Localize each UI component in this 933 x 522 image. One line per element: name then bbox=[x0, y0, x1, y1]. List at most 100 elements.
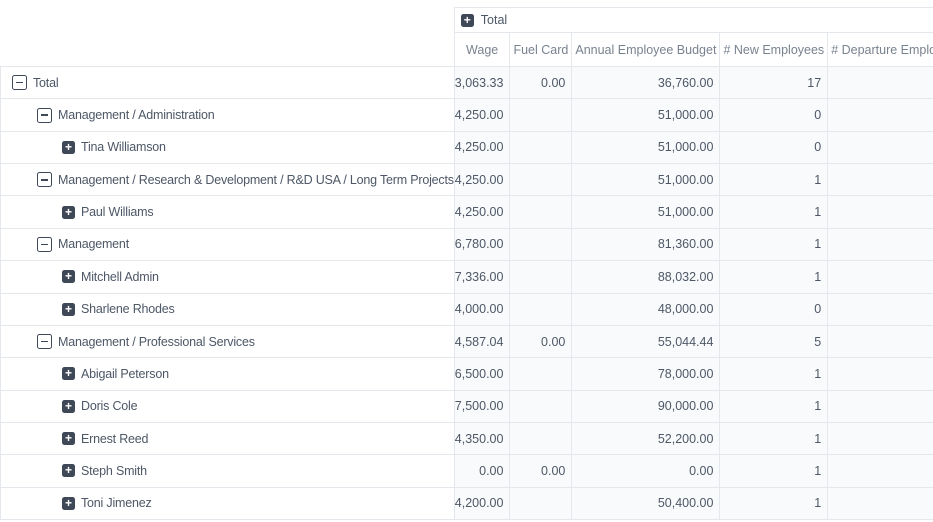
value-cell: 51,000.00 bbox=[572, 164, 720, 196]
row-header-management-administration[interactable]: Management / Administration bbox=[1, 99, 455, 131]
row-label: Management / Administration bbox=[58, 108, 215, 122]
value-cell: 78,000.00 bbox=[572, 358, 720, 390]
measure-header-new-employees[interactable]: # New Employees bbox=[720, 33, 828, 67]
row-label: Management bbox=[58, 237, 129, 251]
value-cell: 81,360.00 bbox=[572, 228, 720, 260]
value-cell bbox=[510, 390, 572, 422]
pivot-table: Total WageFuel CardAnnual Employee Budge… bbox=[0, 7, 933, 520]
value-cell bbox=[510, 358, 572, 390]
table-row: Toni Jimenez4,200.0050,400.0010 bbox=[1, 487, 933, 519]
table-row: Sharlene Rhodes4,000.0048,000.0001 bbox=[1, 293, 933, 325]
table-row: Doris Cole7,500.0090,000.0010 bbox=[1, 390, 933, 422]
value-cell: 1 bbox=[828, 196, 933, 228]
value-cell: 1 bbox=[720, 196, 828, 228]
value-cell: 5 bbox=[720, 325, 828, 357]
row-header-management-professional-services[interactable]: Management / Professional Services bbox=[1, 325, 455, 357]
collapse-icon[interactable] bbox=[37, 172, 52, 187]
value-cell: 6,500.00 bbox=[454, 358, 510, 390]
row-label: Tina Williamson bbox=[81, 140, 166, 154]
pivot-view: Total WageFuel CardAnnual Employee Budge… bbox=[0, 0, 933, 522]
value-cell: 0 bbox=[720, 131, 828, 163]
row-header-doris-cole[interactable]: Doris Cole bbox=[1, 390, 455, 422]
value-cell: 1 bbox=[828, 131, 933, 163]
value-cell bbox=[510, 293, 572, 325]
table-row: Management / Research & Development / R&… bbox=[1, 164, 933, 196]
value-cell: 0 bbox=[828, 261, 933, 293]
measure-header-fuel-card[interactable]: Fuel Card bbox=[510, 33, 572, 67]
value-cell: 7,336.00 bbox=[454, 261, 510, 293]
row-header-sharlene-rhodes[interactable]: Sharlene Rhodes bbox=[1, 293, 455, 325]
value-cell: 90,000.00 bbox=[572, 390, 720, 422]
value-cell: 1 bbox=[720, 358, 828, 390]
row-header-ernest-reed[interactable]: Ernest Reed bbox=[1, 422, 455, 454]
row-header-management-research-development-r-d-usa-long-term-projects[interactable]: Management / Research & Development / R&… bbox=[1, 164, 455, 196]
expand-icon[interactable] bbox=[62, 432, 75, 445]
row-header-total[interactable]: Total bbox=[1, 67, 455, 99]
row-label: Mitchell Admin bbox=[81, 270, 159, 284]
row-header-management[interactable]: Management bbox=[1, 228, 455, 260]
table-row: Total3,063.330.0036,760.001710 bbox=[1, 67, 933, 99]
column-group-row: Total bbox=[1, 8, 933, 33]
value-cell: 0 bbox=[828, 422, 933, 454]
collapse-icon[interactable] bbox=[37, 108, 52, 123]
value-cell: 1 bbox=[828, 99, 933, 131]
collapse-icon[interactable] bbox=[37, 334, 52, 349]
value-cell: 1 bbox=[720, 422, 828, 454]
row-header-toni-jimenez[interactable]: Toni Jimenez bbox=[1, 487, 455, 519]
row-label: Paul Williams bbox=[81, 205, 153, 219]
value-cell: 51,000.00 bbox=[572, 131, 720, 163]
value-cell bbox=[510, 261, 572, 293]
row-header-paul-williams[interactable]: Paul Williams bbox=[1, 196, 455, 228]
value-cell: 1 bbox=[828, 325, 933, 357]
value-cell: 0 bbox=[828, 487, 933, 519]
value-cell: 17 bbox=[720, 67, 828, 99]
value-cell: 0.00 bbox=[572, 455, 720, 487]
value-cell: 4,587.04 bbox=[454, 325, 510, 357]
value-cell: 0 bbox=[720, 293, 828, 325]
value-cell: 1 bbox=[720, 390, 828, 422]
value-cell: 0.00 bbox=[510, 67, 572, 99]
value-cell: 48,000.00 bbox=[572, 293, 720, 325]
value-cell: 50,400.00 bbox=[572, 487, 720, 519]
value-cell: 4,350.00 bbox=[454, 422, 510, 454]
row-label: Management / Research & Development / R&… bbox=[58, 173, 454, 187]
collapse-icon[interactable] bbox=[37, 237, 52, 252]
row-label: Toni Jimenez bbox=[81, 496, 152, 510]
row-label: Total bbox=[33, 76, 58, 90]
expand-icon[interactable] bbox=[461, 14, 474, 27]
expand-icon[interactable] bbox=[62, 141, 75, 154]
measure-header-wage[interactable]: Wage bbox=[454, 33, 510, 67]
expand-icon[interactable] bbox=[62, 303, 75, 316]
row-header-mitchell-admin[interactable]: Mitchell Admin bbox=[1, 261, 455, 293]
measure-header-annual-employee-budget[interactable]: Annual Employee Budget bbox=[572, 33, 720, 67]
measure-header-departure-employee[interactable]: # Departure Employee bbox=[828, 33, 933, 67]
value-cell: 51,000.00 bbox=[572, 196, 720, 228]
value-cell bbox=[510, 422, 572, 454]
value-cell bbox=[510, 164, 572, 196]
row-label: Abigail Peterson bbox=[81, 367, 169, 381]
value-cell: 52,200.00 bbox=[572, 422, 720, 454]
collapse-icon[interactable] bbox=[12, 75, 27, 90]
column-group-label: Total bbox=[481, 13, 507, 27]
value-cell: 88,032.00 bbox=[572, 261, 720, 293]
value-cell: 1 bbox=[720, 228, 828, 260]
expand-icon[interactable] bbox=[62, 206, 75, 219]
row-header-tina-williamson[interactable]: Tina Williamson bbox=[1, 131, 455, 163]
expand-icon[interactable] bbox=[62, 270, 75, 283]
table-row: Abigail Peterson6,500.0078,000.0011 bbox=[1, 358, 933, 390]
row-header-steph-smith[interactable]: Steph Smith bbox=[1, 455, 455, 487]
value-cell bbox=[510, 99, 572, 131]
column-group-header-total[interactable]: Total bbox=[454, 8, 933, 33]
expand-icon[interactable] bbox=[62, 464, 75, 477]
row-label: Ernest Reed bbox=[81, 432, 148, 446]
expand-icon[interactable] bbox=[62, 400, 75, 413]
value-cell bbox=[510, 487, 572, 519]
row-header-abigail-peterson[interactable]: Abigail Peterson bbox=[1, 358, 455, 390]
value-cell: 6,780.00 bbox=[454, 228, 510, 260]
expand-icon[interactable] bbox=[62, 497, 75, 510]
value-cell: 1 bbox=[828, 228, 933, 260]
table-row: Management / Administration4,250.0051,00… bbox=[1, 99, 933, 131]
expand-icon[interactable] bbox=[62, 367, 75, 380]
value-cell: 10 bbox=[828, 67, 933, 99]
table-row: Paul Williams4,250.0051,000.0011 bbox=[1, 196, 933, 228]
